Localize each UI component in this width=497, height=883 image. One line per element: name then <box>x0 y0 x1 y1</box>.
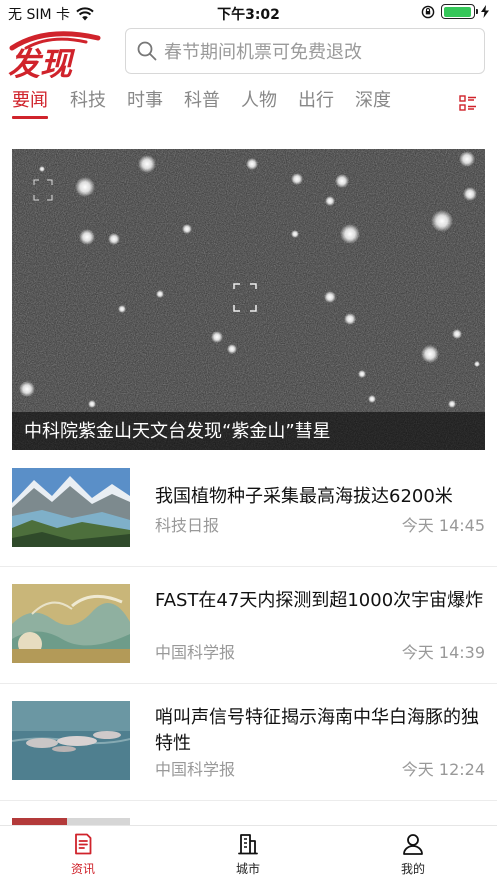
charging-icon <box>481 5 489 18</box>
app-logo[interactable]: 发现 <box>6 28 106 83</box>
search-input[interactable]: 春节期间机票可免费退改 <box>125 28 485 74</box>
tabbar-city-label: 城市 <box>235 862 260 876</box>
tabbar-city[interactable]: 城市 <box>208 832 288 877</box>
status-right <box>421 4 489 19</box>
bottom-tab-bar: 资讯 城市 我的 <box>0 825 497 883</box>
news-source: 中国科学报 <box>155 643 236 662</box>
city-icon <box>238 834 258 855</box>
battery-fill <box>443 6 472 17</box>
battery-icon <box>441 4 478 19</box>
channel-menu-icon[interactable] <box>459 95 477 111</box>
tabbar-profile-label: 我的 <box>400 862 425 876</box>
logo-text: 发现 <box>8 45 76 78</box>
news-title: 哨叫声信号特征揭示海南中华白海豚的独特性 <box>155 707 479 754</box>
tab-technology[interactable]: 科技 <box>70 86 106 112</box>
tab-popular-science[interactable]: 科普 <box>184 86 220 112</box>
news-title: FAST在47天内探测到超1000次宇宙爆炸 <box>155 590 484 611</box>
tab-in-depth[interactable]: 深度 <box>355 86 391 112</box>
search-placeholder: 春节期间机票可免费退改 <box>164 42 362 63</box>
news-thumbnail-painting <box>12 584 130 663</box>
search-icon <box>137 41 157 61</box>
header: 发现 春节期间机票可免费退改 <box>0 26 497 83</box>
news-source: 中国科学报 <box>155 760 236 779</box>
news-time: 今天 14:39 <box>401 643 485 662</box>
tab-travel[interactable]: 出行 <box>298 86 334 112</box>
profile-icon <box>403 834 423 855</box>
news-thumbnail-dolphins <box>12 701 130 780</box>
news-time: 今天 14:45 <box>401 516 485 535</box>
hero-image <box>12 149 485 450</box>
news-thumbnail-partial <box>12 818 130 825</box>
tab-current-affairs[interactable]: 时事 <box>127 86 163 112</box>
hero-card[interactable]: 中科院紫金山天文台发现“紫金山”彗星 <box>12 149 485 450</box>
tabbar-news[interactable]: 资讯 <box>43 832 123 877</box>
divider <box>0 800 497 801</box>
tabbar-news-label: 资讯 <box>70 862 95 876</box>
tab-headlines[interactable]: 要闻 <box>12 86 48 112</box>
news-icon <box>75 833 92 855</box>
tab-people[interactable]: 人物 <box>241 86 277 112</box>
status-bar: 无 SIM 卡 下午3:02 <box>0 0 497 26</box>
tabbar-profile[interactable]: 我的 <box>373 832 453 877</box>
category-tabs: 要闻 科技 时事 科普 人物 出行 深度 <box>0 84 497 124</box>
news-title: 我国植物种子采集最高海拔达6200米 <box>155 486 453 507</box>
news-thumbnail-mountains <box>12 468 130 547</box>
news-item[interactable]: FAST在47天内探测到超1000次宇宙爆炸 中国科学报 今天 14:39 <box>0 567 497 684</box>
hero-caption: 中科院紫金山天文台发现“紫金山”彗星 <box>24 421 331 442</box>
news-item[interactable]: 哨叫声信号特征揭示海南中华白海豚的独特性 中国科学报 今天 12:24 <box>0 684 497 801</box>
orientation-lock-icon <box>421 5 435 18</box>
active-tab-indicator <box>12 116 48 119</box>
news-time: 今天 12:24 <box>401 760 485 779</box>
news-item[interactable]: 我国植物种子采集最高海拔达6200米 科技日报 今天 14:45 <box>0 450 497 567</box>
news-source: 科技日报 <box>155 516 220 535</box>
